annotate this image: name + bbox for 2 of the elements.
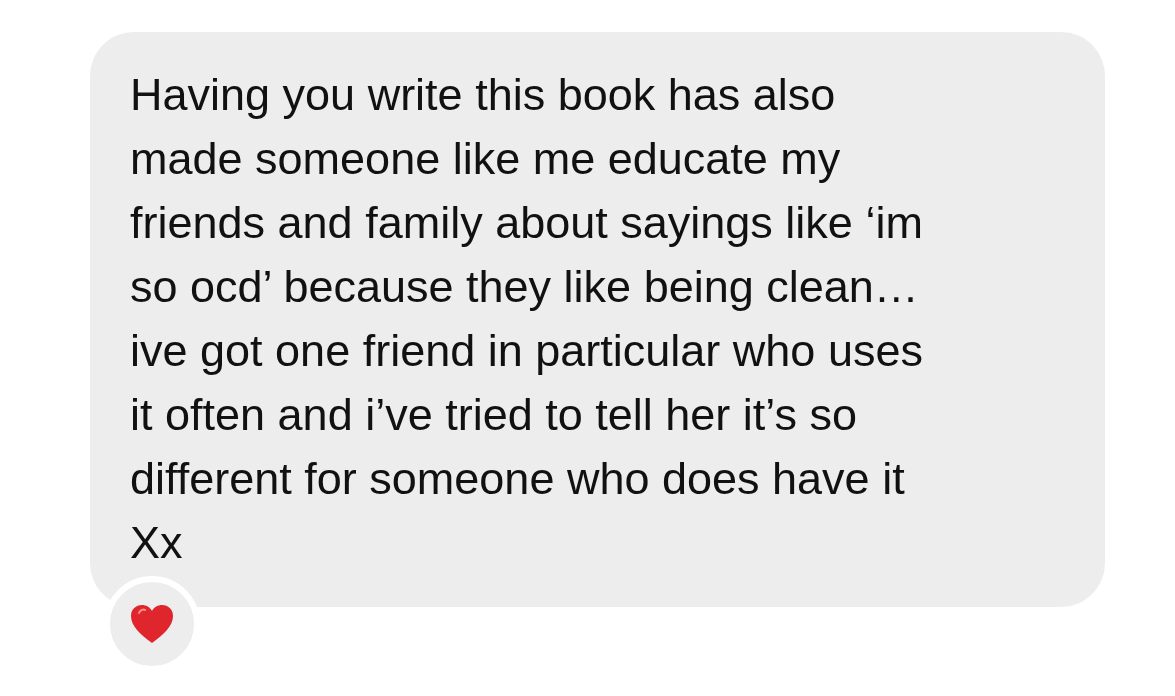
heart-icon: [130, 604, 174, 644]
message-text: Having you write this book has also made someone like me educate my friends and family about sayings like ‘im so ocd’ because they like being clean… ive got one friend in particular who uses it often and i’ve tried to tell her it’s so different for someone who does have it Xx: [130, 68, 924, 570]
